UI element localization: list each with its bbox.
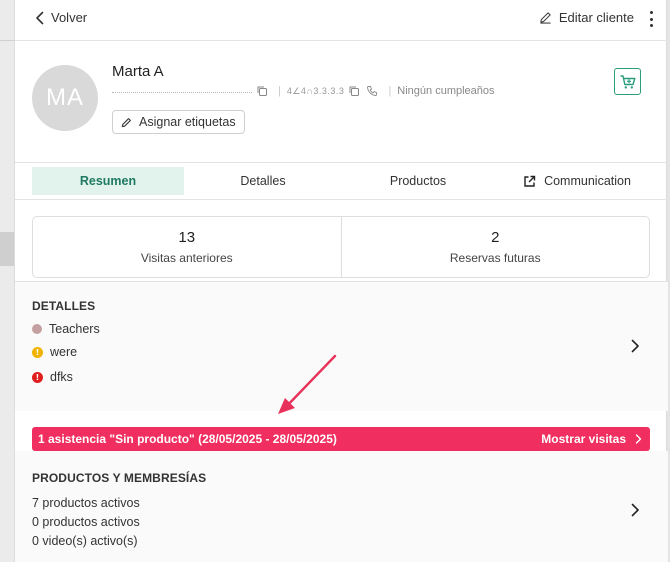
avatar-initials: MA (46, 84, 84, 111)
products-title: PRODUCTOS Y MEMBRESÍAS (32, 471, 207, 485)
chevron-right-icon[interactable] (630, 339, 640, 353)
separator: | (388, 85, 392, 97)
detail-item-teachers: Teachers (32, 322, 100, 336)
detail-label: dfks (50, 370, 73, 384)
tab-resumen[interactable]: Resumen (32, 167, 184, 195)
tab-label: Detalles (240, 174, 286, 188)
edit-client-label: Editar cliente (558, 10, 634, 25)
detail-item-were: ! were (32, 345, 77, 359)
alert-text: 1 asistencia "Sin producto" (28/05/2025 … (38, 432, 337, 446)
pencil-icon (540, 12, 551, 24)
chevron-left-icon (36, 11, 44, 24)
assign-tags-label: Asignar etiquetas (139, 115, 236, 129)
contact-row: | 4∠4∩3.3.3.3 | Ningún cumpleaños (112, 83, 495, 99)
client-header: MA Marta A | 4∠4∩3.3.3.3 | Ningún cumple… (15, 40, 668, 162)
stat-value: 13 (178, 229, 196, 246)
tab-communication[interactable]: Communication (497, 167, 657, 195)
back-label: Volver (51, 10, 88, 25)
product-line-active-memberships: 0 productos activos (32, 515, 140, 529)
panel-topbar: Volver Editar cliente (15, 0, 668, 40)
separator: | (278, 85, 281, 97)
chevron-right-icon[interactable] (630, 503, 640, 517)
stat-future-bookings[interactable]: 2 Reservas futuras (340, 217, 650, 277)
products-section[interactable]: PRODUCTOS Y MEMBRESÍAS 7 productos activ… (15, 451, 668, 562)
background-row-highlight (0, 232, 14, 266)
product-line-active-videos: 0 video(s) activo(s) (32, 534, 138, 548)
copy-email-icon[interactable] (256, 85, 268, 97)
tag-color-dot (32, 324, 42, 334)
copy-phone-icon[interactable] (348, 85, 360, 97)
stat-value: 2 (491, 229, 500, 246)
avatar: MA (32, 65, 98, 131)
back-button[interactable]: Volver (35, 10, 87, 25)
background-divider (0, 40, 14, 41)
detail-label: were (50, 345, 78, 359)
no-product-attendance-alert: 1 asistencia "Sin producto" (28/05/2025 … (32, 427, 650, 451)
stat-label: Reservas futuras (449, 251, 541, 265)
details-section[interactable]: DETALLES Teachers ! were ! dfks (15, 281, 668, 411)
tab-bar: Resumen Detalles Productos Communication (15, 162, 668, 200)
stat-label: Visitas anteriores (140, 251, 233, 265)
visit-stats: 13 Visitas anteriores 2 Reservas futuras (32, 216, 650, 278)
client-panel: Volver Editar cliente MA Marta A | 4∠4∩3… (14, 0, 668, 562)
detail-item-dfks: ! dfks (32, 370, 73, 384)
tab-label: Productos (389, 174, 447, 188)
background-page-strip (0, 0, 14, 562)
pencil-icon (121, 117, 131, 127)
tab-detalles[interactable]: Detalles (187, 167, 339, 195)
tab-productos[interactable]: Productos (342, 167, 494, 195)
chevron-right-icon (635, 434, 642, 444)
stat-past-visits[interactable]: 13 Visitas anteriores (33, 217, 341, 277)
product-line-active-products: 7 productos activos (32, 496, 140, 510)
detail-label: Teachers (49, 322, 100, 336)
show-visits-link[interactable]: Mostrar visitas (541, 432, 642, 446)
cart-button[interactable] (614, 68, 641, 95)
tab-label: Communication (544, 174, 631, 188)
warning-icon: ! (32, 371, 43, 383)
more-options-icon[interactable] (648, 11, 654, 27)
edit-client-button[interactable]: Editar cliente (539, 10, 634, 25)
phone-masked: 4∠4∩3.3.3.3 (286, 85, 345, 96)
tab-label: Resumen (79, 174, 137, 188)
client-name: Marta A (112, 63, 164, 80)
cart-icon (620, 74, 635, 89)
birthday-text: Ningún cumpleaños (397, 85, 495, 97)
show-visits-label: Mostrar visitas (541, 432, 626, 446)
details-title: DETALLES (32, 299, 96, 313)
assign-tags-button[interactable]: Asignar etiquetas (112, 110, 245, 134)
external-link-icon (524, 175, 536, 187)
warning-icon: ! (32, 346, 43, 358)
email-masked (112, 89, 252, 93)
phone-icon[interactable] (366, 85, 378, 97)
